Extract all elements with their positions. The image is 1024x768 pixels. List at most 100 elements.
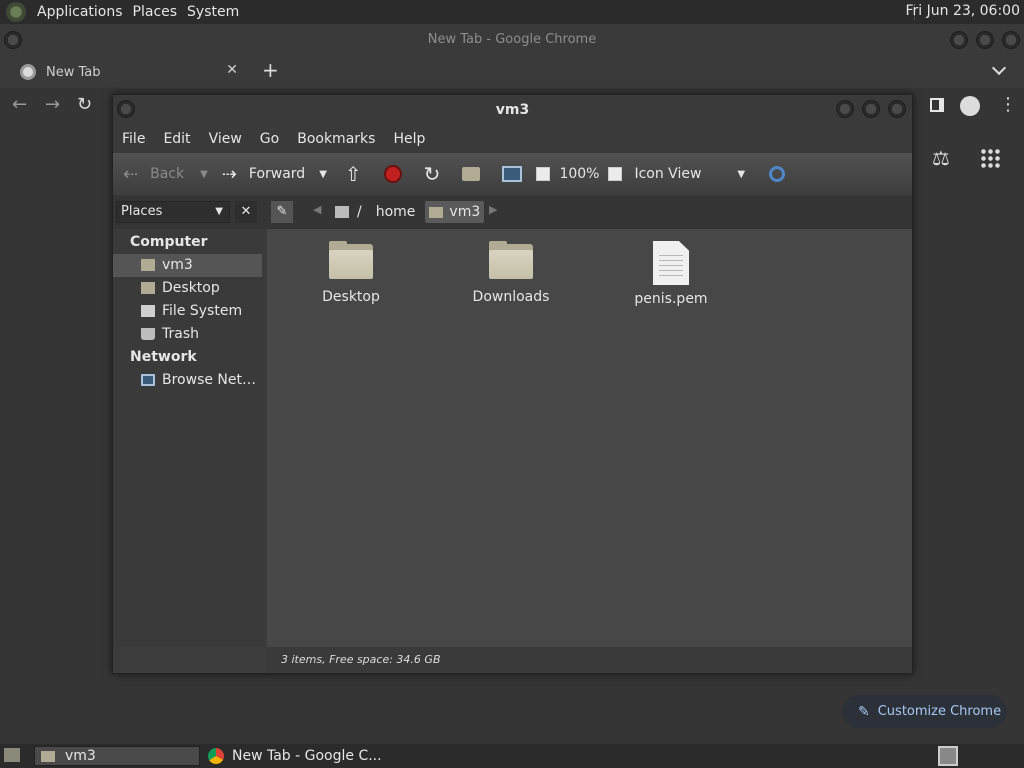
customize-chrome-button[interactable]: ✎ Customize Chrome	[842, 695, 1007, 728]
home-folder-icon	[41, 750, 55, 762]
file-view: Desktop Downloads penis.pem	[267, 229, 912, 647]
trash-icon	[141, 328, 155, 340]
breadcrumb-vm3-label: vm3	[449, 204, 481, 220]
back-label: Back	[150, 166, 185, 182]
file-manager-window: vm3 File Edit View Go Bookmarks Help ⇠ B…	[112, 94, 913, 674]
status-bar: 3 items, Free space: 34.6 GB	[267, 647, 912, 673]
forward-button[interactable]: ⇢ Forward ▼	[222, 153, 327, 195]
chrome-minimize-button[interactable]	[950, 31, 968, 49]
tab-title: New Tab	[46, 64, 101, 80]
chrome-close-button[interactable]	[1002, 31, 1020, 49]
path-scroll-left-icon[interactable]: ◀	[313, 203, 321, 216]
taskbar-item-chrome[interactable]: New Tab - Google C...	[202, 746, 392, 766]
customize-chrome-label: Customize Chrome	[877, 704, 1002, 719]
menu-go[interactable]: Go	[251, 131, 288, 147]
close-sidebar-icon[interactable]: ✕	[235, 201, 257, 223]
sidebar: Computer vm3 Desktop File System Trash N…	[113, 229, 265, 647]
chrome-menu-kebab-icon[interactable]: ⋮	[999, 94, 1017, 115]
fm-toolbar: ⇠ Back ▼ ⇢ Forward ▼ ⇧ ↻ 100% Icon View …	[113, 153, 912, 195]
profile-avatar-icon[interactable]	[960, 96, 980, 116]
new-tab-button[interactable]: +	[262, 58, 279, 82]
file-item-penis-pem[interactable]: penis.pem	[626, 241, 716, 307]
folder-icon	[489, 241, 533, 279]
sidebar-pane-label: Places	[121, 204, 163, 219]
computer-icon[interactable]	[502, 166, 523, 182]
taskbar-item-vm3[interactable]: vm3	[34, 746, 200, 766]
breadcrumb-home[interactable]: home	[372, 204, 420, 220]
sidebar-header-network: Network	[130, 349, 197, 365]
reload-icon[interactable]: ↻	[424, 162, 441, 186]
back-arrow-icon[interactable]: ←	[12, 94, 27, 115]
fm-maximize-button[interactable]	[862, 100, 880, 118]
menu-view[interactable]: View	[200, 131, 251, 147]
tab-close-icon[interactable]: ✕	[226, 62, 238, 78]
sidebar-item-label: vm3	[162, 257, 193, 273]
file-name: Downloads	[472, 289, 550, 305]
zoom-level: 100%	[559, 166, 600, 182]
side-panel-icon[interactable]	[930, 98, 944, 112]
sidebar-item-label: File System	[162, 303, 243, 319]
file-name: Desktop	[322, 289, 380, 305]
back-history-chevron-icon[interactable]: ▼	[200, 169, 208, 180]
forward-icon: ⇢	[221, 163, 237, 185]
menu-bookmarks[interactable]: Bookmarks	[288, 131, 384, 147]
reload-icon[interactable]: ↻	[77, 94, 92, 115]
menu-help[interactable]: Help	[384, 131, 434, 147]
fm-window-menu-button[interactable]	[117, 100, 135, 118]
breadcrumb-vm3[interactable]: vm3	[425, 201, 485, 223]
fm-menubar: File Edit View Go Bookmarks Help	[113, 125, 912, 153]
applications-menu[interactable]: Applications	[32, 4, 128, 20]
clock[interactable]: Fri Jun 23, 06:00	[905, 3, 1020, 19]
chrome-title-bar: New Tab - Google Chrome	[0, 24, 1024, 56]
folder-icon	[329, 241, 373, 279]
sidebar-item-desktop[interactable]: Desktop	[113, 277, 265, 300]
system-menu[interactable]: System	[182, 4, 244, 20]
forward-history-chevron-icon[interactable]: ▼	[319, 169, 327, 180]
desktop-folder-icon	[141, 282, 155, 294]
filesystem-drive-icon[interactable]	[335, 206, 349, 218]
sidebar-item-label: Browse Net…	[162, 372, 257, 388]
labs-flask-icon[interactable]: ⚖	[932, 146, 950, 170]
sidebar-item-vm3[interactable]: vm3	[113, 254, 262, 277]
fm-location-bar: Places ▼ ✕ ✎ ◀ / home vm3 ▶	[113, 195, 912, 229]
path-scroll-right-icon[interactable]: ▶	[489, 203, 497, 216]
back-icon: ⇠	[123, 163, 139, 185]
workspace-switcher-icon[interactable]	[938, 746, 958, 766]
view-mode-chevron-icon[interactable]: ▼	[737, 169, 745, 180]
up-arrow-icon[interactable]: ⇧	[345, 162, 362, 186]
fm-close-button[interactable]	[888, 100, 906, 118]
document-icon	[653, 241, 689, 285]
stop-icon[interactable]	[383, 165, 402, 183]
zoom-in-icon[interactable]	[608, 167, 623, 181]
file-item-desktop[interactable]: Desktop	[306, 241, 396, 305]
search-icon[interactable]	[769, 166, 786, 182]
home-folder-icon[interactable]	[462, 167, 481, 181]
zoom-out-icon[interactable]	[536, 167, 551, 181]
breadcrumb: / home vm3	[335, 201, 485, 223]
view-mode-select[interactable]: Icon View	[634, 166, 701, 182]
chrome-tab[interactable]: New Tab ✕	[8, 56, 246, 88]
sidebar-item-label: Desktop	[162, 280, 220, 296]
chrome-window-menu-button[interactable]	[4, 31, 22, 49]
sidebar-item-trash[interactable]: Trash	[113, 323, 265, 346]
file-item-downloads[interactable]: Downloads	[466, 241, 556, 305]
fm-window-title: vm3	[495, 102, 530, 118]
apps-grid-icon[interactable]	[980, 148, 1000, 168]
forward-label: Forward	[248, 166, 306, 182]
gnome-logo-icon[interactable]	[6, 2, 26, 22]
menu-file[interactable]: File	[113, 131, 154, 147]
fm-minimize-button[interactable]	[836, 100, 854, 118]
edit-location-icon[interactable]: ✎	[271, 201, 293, 223]
sidebar-pane-select[interactable]: Places ▼	[116, 201, 230, 223]
menu-edit[interactable]: Edit	[154, 131, 199, 147]
back-button[interactable]: ⇠ Back ▼	[123, 153, 208, 195]
places-menu[interactable]: Places	[128, 4, 183, 20]
sidebar-item-browse-network[interactable]: Browse Net…	[113, 369, 265, 392]
pencil-icon: ✎	[858, 703, 870, 720]
forward-arrow-icon[interactable]: →	[45, 94, 60, 115]
chrome-maximize-button[interactable]	[976, 31, 994, 49]
show-desktop-icon[interactable]	[4, 748, 20, 762]
sidebar-item-filesystem[interactable]: File System	[113, 300, 265, 323]
breadcrumb-root[interactable]: /	[357, 204, 362, 220]
filesystem-drive-icon	[141, 305, 155, 317]
